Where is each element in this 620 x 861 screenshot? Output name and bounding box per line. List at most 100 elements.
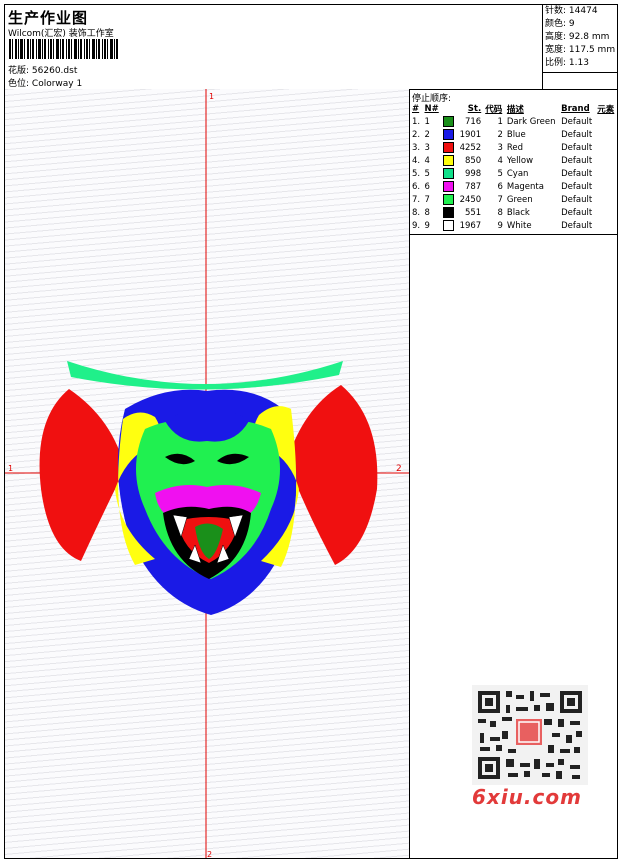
- row-n: 9: [424, 220, 430, 231]
- page-title: 生产作业图: [8, 9, 89, 27]
- row-description: Dark Green: [506, 116, 556, 127]
- stat-height: 高度: 92.8 mm: [545, 32, 610, 42]
- row-swatch: [441, 154, 456, 167]
- qr-code-image: [472, 685, 588, 785]
- col-header-code: 代码: [485, 105, 503, 115]
- row-n: 3: [424, 142, 430, 153]
- row-swatch: [441, 193, 456, 206]
- color-swatch: [443, 168, 455, 179]
- row-code: 8: [497, 207, 503, 218]
- row-description: Black: [506, 207, 530, 218]
- colorway-value: Colorway 1: [31, 79, 83, 89]
- col-header-brand: Brand: [561, 104, 590, 114]
- row-brand: Default: [561, 155, 593, 166]
- left-ear-shape: [39, 389, 125, 561]
- sheet-header: 生产作业图 Wilcom(汇宏) 装饰工作室 花版: 56260.dst 色位:…: [5, 5, 618, 90]
- table-row: 1. 1 716 1 Dark Green Default: [410, 115, 617, 128]
- row-index: 3.: [412, 142, 421, 153]
- row-element: [595, 219, 617, 232]
- row-swatch: [441, 206, 456, 219]
- row-element: [595, 180, 617, 193]
- colorway-label: 色位:: [8, 79, 30, 89]
- side-divider: [410, 234, 617, 235]
- row-stitches: 2450: [459, 194, 482, 205]
- row-code: 5: [497, 168, 503, 179]
- stat-width: 宽度: 117.5 mm: [545, 45, 616, 55]
- row-stitches: 4252: [459, 142, 482, 153]
- row-swatch: [441, 167, 456, 180]
- row-code: 3: [497, 142, 503, 153]
- row-index: 2.: [412, 129, 421, 140]
- row-swatch: [441, 115, 456, 128]
- row-brand: Default: [561, 168, 593, 179]
- table-row: 3. 3 4252 3 Red Default: [410, 141, 617, 154]
- top-arc-shape: [67, 361, 343, 390]
- row-description: Red: [506, 142, 524, 153]
- row-element: [595, 128, 617, 141]
- row-brand: Default: [561, 181, 593, 192]
- row-index: 4.: [412, 155, 421, 166]
- row-stitches: 551: [464, 207, 482, 218]
- row-element: [595, 115, 617, 128]
- color-swatch: [443, 116, 455, 127]
- row-description: Magenta: [506, 181, 544, 192]
- row-stitches: 716: [464, 116, 482, 127]
- table-row: 6. 6 787 6 Magenta Default: [410, 180, 617, 193]
- row-brand: Default: [561, 220, 593, 231]
- stats-panel: 针数: 14474 颜色: 9 高度: 92.8 mm 宽度: 117.5 mm…: [542, 5, 618, 89]
- company-name: Wilcom(汇宏) 装饰工作室: [8, 29, 114, 39]
- stats-divider: [543, 72, 618, 73]
- row-code: 7: [497, 194, 503, 205]
- col-header-n: N#: [424, 104, 439, 114]
- row-swatch: [441, 128, 456, 141]
- row-brand: Default: [561, 142, 593, 153]
- color-swatch: [443, 129, 455, 140]
- row-stitches: 1901: [459, 129, 482, 140]
- row-element: [595, 154, 617, 167]
- row-code: 4: [497, 155, 503, 166]
- axis-mark-bottom: 2: [207, 850, 212, 858]
- row-index: 5.: [412, 168, 421, 179]
- row-code: 9: [497, 220, 503, 231]
- axis-mark-right: 2: [396, 464, 402, 474]
- row-index: 7.: [412, 194, 421, 205]
- row-stitches: 850: [464, 155, 482, 166]
- row-code: 1: [497, 116, 503, 127]
- row-description: Yellow: [506, 155, 534, 166]
- table-row: 2. 2 1901 2 Blue Default: [410, 128, 617, 141]
- design-label: 花版:: [8, 66, 30, 76]
- table-row: 8. 8 551 8 Black Default: [410, 206, 617, 219]
- stat-colors: 颜色: 9: [545, 19, 575, 29]
- col-header-description: 描述: [506, 105, 524, 115]
- row-element: [595, 167, 617, 180]
- row-swatch: [441, 219, 456, 232]
- row-description: Green: [506, 194, 533, 205]
- row-brand: Default: [561, 116, 593, 127]
- color-swatch: [443, 220, 455, 231]
- row-swatch: [441, 180, 456, 193]
- color-swatch: [443, 207, 455, 218]
- axis-mark-top: 1: [209, 92, 214, 101]
- row-stitches: 998: [464, 168, 482, 179]
- row-code: 2: [497, 129, 503, 140]
- side-panel: 停止顺序: # N# St. 代码 描述 Brand 元素 1. 1 716 1 Dar…: [410, 89, 617, 858]
- color-swatch: [443, 142, 455, 153]
- row-index: 1.: [412, 116, 421, 127]
- row-n: 7: [424, 194, 430, 205]
- table-row: 7. 7 2450 7 Green Default: [410, 193, 617, 206]
- row-index: 6.: [412, 181, 421, 192]
- row-description: Cyan: [506, 168, 529, 179]
- row-stitches: 1967: [459, 220, 482, 231]
- row-n: 5: [424, 168, 430, 179]
- row-description: Blue: [506, 129, 526, 140]
- row-stitches: 787: [464, 181, 482, 192]
- table-header-row: # N# St. 代码 描述 Brand 元素: [410, 103, 617, 115]
- right-ear-shape: [287, 385, 378, 565]
- col-header-stitches: St.: [467, 104, 482, 114]
- row-n: 1: [424, 116, 430, 127]
- row-swatch: [441, 141, 456, 154]
- colorway-line: 色位: Colorway 1: [8, 76, 82, 89]
- row-n: 2: [424, 129, 430, 140]
- row-code: 6: [497, 181, 503, 192]
- row-element: [595, 193, 617, 206]
